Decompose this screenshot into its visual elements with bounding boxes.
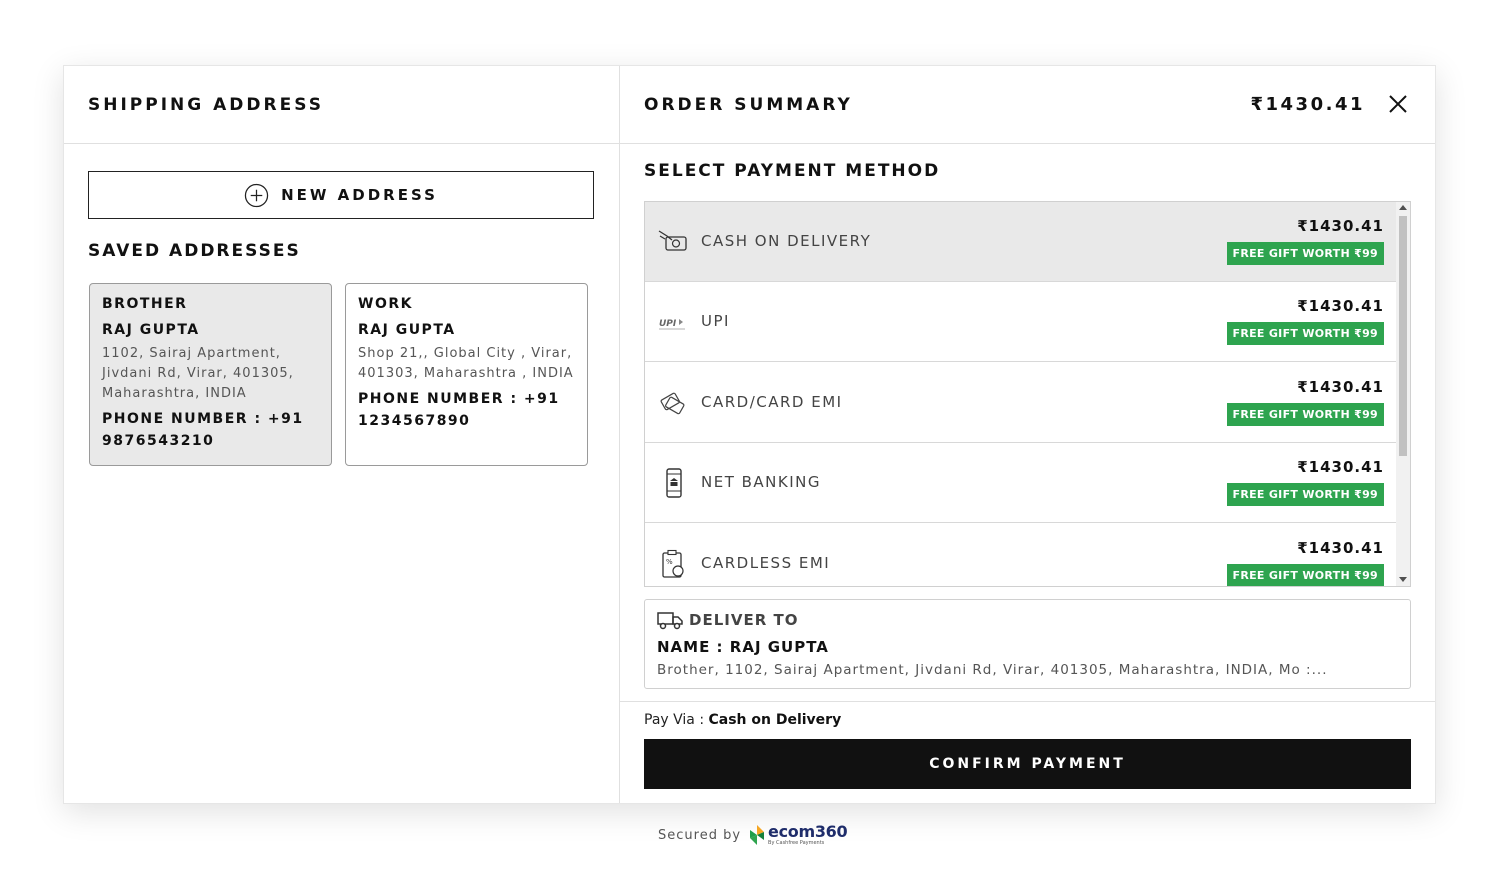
svg-text:%: % xyxy=(666,558,673,566)
brand-name: ecom360 xyxy=(768,822,848,841)
deliver-to-address: Brother, 1102, Sairaj Apartment, Jivdani… xyxy=(657,662,1328,678)
address-name: RAJ GUPTA xyxy=(358,322,456,338)
order-total: ₹1430.41 xyxy=(1250,94,1365,115)
payment-option-price: ₹1430.41 xyxy=(1297,297,1384,315)
payment-option-price: ₹1430.41 xyxy=(1297,378,1384,396)
payment-method-title: SELECT PAYMENT METHOD xyxy=(644,161,941,181)
plus-circle-icon xyxy=(244,183,269,207)
divider xyxy=(620,701,1435,702)
address-phone: PHONE NUMBER : +91 1234567890 xyxy=(358,391,560,429)
gift-badge: FREE GIFT WORTH ₹99 xyxy=(1226,242,1384,265)
deliver-to-header: DELIVER TO xyxy=(657,610,1398,630)
emi-icon: % xyxy=(662,549,684,578)
scrollbar-thumb[interactable] xyxy=(1399,216,1407,456)
payment-option-price: ₹1430.41 xyxy=(1297,539,1384,557)
address-type: WORK xyxy=(358,296,413,312)
payment-option-label: UPI xyxy=(701,312,730,330)
checkout-modal: SHIPPING ADDRESS NEW ADDRESS SAVED ADDRE… xyxy=(63,65,1436,804)
payment-option-label: CASH ON DELIVERY xyxy=(701,232,872,250)
payment-option-label: CARD/CARD EMI xyxy=(701,393,843,411)
payment-option-price: ₹1430.41 xyxy=(1297,217,1384,235)
pay-via-label: Pay Via : xyxy=(644,712,709,728)
order-panel: ORDER SUMMARY ₹1430.41 SELECT PAYMENT ME… xyxy=(620,66,1435,803)
payment-option-label: CARDLESS EMI xyxy=(701,554,831,572)
pay-via-value: Cash on Delivery xyxy=(708,712,842,728)
gift-badge: FREE GIFT WORTH ₹99 xyxy=(1226,564,1384,586)
confirm-payment-button[interactable]: CONFIRM PAYMENT xyxy=(644,739,1411,789)
scroll-down-arrow-icon[interactable] xyxy=(1399,577,1407,582)
confirm-payment-label: CONFIRM PAYMENT xyxy=(929,756,1126,772)
secured-label: Secured by xyxy=(658,827,742,843)
svg-text:UPI: UPI xyxy=(659,319,677,329)
secured-by-footer: Secured by ecom360 By Cashfree Payments xyxy=(658,822,848,846)
card-icon xyxy=(660,392,685,415)
gift-badge: FREE GIFT WORTH ₹99 xyxy=(1226,403,1384,426)
payment-option-card[interactable]: CARD/CARD EMI ₹1430.41 FREE GIFT WORTH ₹… xyxy=(645,363,1397,443)
address-text: Shop 21,, Global City , Virar, 401303, M… xyxy=(358,346,574,381)
payment-option-upi[interactable]: UPI UPI ₹1430.41 FREE GIFT WORTH ₹99 xyxy=(645,282,1397,362)
payment-list-scrollbar[interactable] xyxy=(1396,202,1410,586)
close-button[interactable] xyxy=(1387,93,1411,117)
payment-methods-list: CASH ON DELIVERY ₹1430.41 FREE GIFT WORT… xyxy=(644,201,1411,587)
address-card-brother[interactable]: BROTHER RAJ GUPTA 1102, Sairaj Apartment… xyxy=(89,283,332,466)
payment-option-netbanking[interactable]: NET BANKING ₹1430.41 FREE GIFT WORTH ₹99 xyxy=(645,443,1397,523)
address-text: 1102, Sairaj Apartment, Jivdani Rd, Vira… xyxy=(102,346,294,401)
cash-icon xyxy=(658,230,687,251)
saved-addresses-title: SAVED ADDRESSES xyxy=(88,241,301,261)
address-type: BROTHER xyxy=(102,296,188,312)
bank-icon xyxy=(666,468,682,498)
upi-icon: UPI xyxy=(659,319,685,330)
shipping-header: SHIPPING ADDRESS xyxy=(64,66,619,144)
shipping-panel: SHIPPING ADDRESS NEW ADDRESS SAVED ADDRE… xyxy=(64,66,620,803)
deliver-to-name: NAME : RAJ GUPTA xyxy=(657,638,829,656)
shipping-title: SHIPPING ADDRESS xyxy=(88,94,324,115)
deliver-to-title: DELIVER TO xyxy=(689,611,799,629)
scroll-up-arrow-icon[interactable] xyxy=(1399,205,1407,210)
brand-logo: ecom360 By Cashfree Payments xyxy=(768,822,848,846)
order-header: ORDER SUMMARY ₹1430.41 xyxy=(620,66,1435,144)
payment-option-cardless-emi[interactable]: % CARDLESS EMI ₹1430.41 FREE GIFT WORTH … xyxy=(645,524,1397,586)
gift-badge: FREE GIFT WORTH ₹99 xyxy=(1226,322,1384,345)
new-address-label: NEW ADDRESS xyxy=(281,186,438,204)
address-name: RAJ GUPTA xyxy=(102,322,200,338)
deliver-to-box: DELIVER TO NAME : RAJ GUPTA Brother, 110… xyxy=(644,599,1411,689)
brand-subtitle: By Cashfree Payments xyxy=(768,840,825,846)
payment-option-price: ₹1430.41 xyxy=(1297,458,1384,476)
pay-via: Pay Via : Cash on Delivery xyxy=(644,712,841,728)
new-address-button[interactable]: NEW ADDRESS xyxy=(88,171,594,219)
payment-option-label: NET BANKING xyxy=(701,473,822,491)
address-card-work[interactable]: WORK RAJ GUPTA Shop 21,, Global City , V… xyxy=(345,283,588,466)
close-icon xyxy=(1389,94,1407,113)
ecom360-logo-icon xyxy=(750,825,765,845)
truck-icon xyxy=(657,612,683,630)
gift-badge: FREE GIFT WORTH ₹99 xyxy=(1226,483,1384,506)
order-title: ORDER SUMMARY xyxy=(644,94,853,115)
address-phone: PHONE NUMBER : +91 9876543210 xyxy=(102,411,304,449)
payment-option-cod[interactable]: CASH ON DELIVERY ₹1430.41 FREE GIFT WORT… xyxy=(645,202,1397,282)
